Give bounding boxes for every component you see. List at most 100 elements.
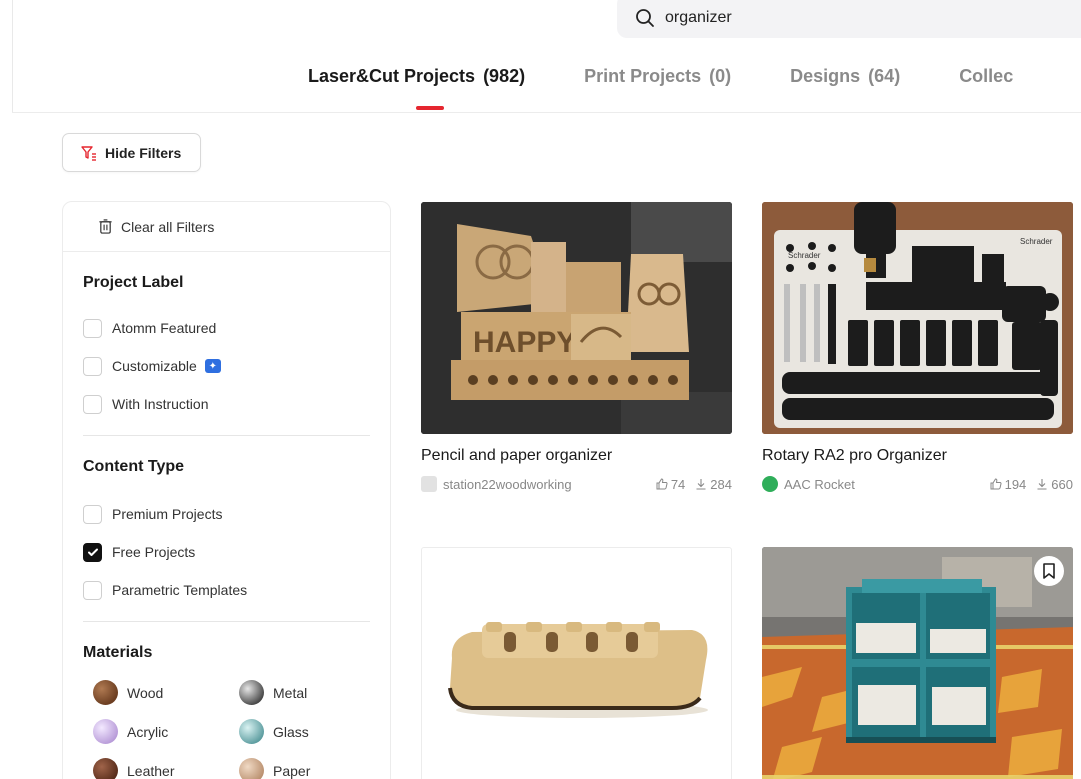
search-icon <box>636 9 654 27</box>
bookmark-button[interactable] <box>1034 556 1064 586</box>
category-tabs: Laser&Cut Projects (982) Print Projects (0… <box>308 66 1013 110</box>
filter-atomm-featured[interactable]: Atomm Featured <box>83 309 370 347</box>
filter-parametric-templates[interactable]: Parametric Templates <box>83 571 370 609</box>
material-label: Acrylic <box>127 723 169 740</box>
hide-filters-button[interactable]: Hide Filters <box>62 133 201 172</box>
filter-label: With Instruction <box>112 396 209 412</box>
download-icon <box>1037 479 1047 490</box>
tab-count: (0) <box>709 66 732 86</box>
project-meta: station22woodworking 74 284 <box>421 476 732 492</box>
author-link[interactable]: station22woodworking <box>421 476 646 492</box>
filter-customizable[interactable]: Customizable ✦ <box>83 347 370 385</box>
page-left-border <box>12 0 13 112</box>
downloads-stat: 284 <box>695 477 732 492</box>
filter-label: Premium Projects <box>112 506 223 522</box>
likes-count: 74 <box>670 476 686 492</box>
tab-print-projects[interactable]: Print Projects (0) <box>584 66 731 87</box>
tab-label: Designs <box>790 66 861 86</box>
checkbox[interactable] <box>83 394 102 414</box>
author-name: AAC Rocket <box>784 476 855 492</box>
downloads-stat: 660 <box>1036 477 1073 492</box>
material-glass[interactable]: Glass <box>239 719 379 744</box>
clear-all-filters-label: Clear all Filters <box>121 218 215 235</box>
tabs-divider <box>12 112 1081 113</box>
acrylic-swatch-icon <box>93 719 118 744</box>
author-avatar <box>762 476 778 492</box>
bookmark-icon <box>1043 563 1055 579</box>
author-avatar <box>421 476 437 492</box>
tab-count: (64) <box>868 66 901 86</box>
project-image: Schrader Schrader <box>762 202 1073 434</box>
material-paper[interactable]: Paper <box>239 758 379 779</box>
author-name: station22woodworking <box>443 476 572 492</box>
glass-swatch-icon <box>239 719 264 744</box>
tab-laser-cut-projects[interactable]: Laser&Cut Projects (982) <box>308 66 526 110</box>
material-label: Metal <box>273 684 308 701</box>
tab-count: (982) <box>483 66 526 86</box>
filter-icon <box>81 145 96 161</box>
checkbox[interactable] <box>83 580 102 600</box>
project-meta: AAC Rocket 194 660 <box>762 476 1073 492</box>
checkbox-checked[interactable] <box>83 542 102 562</box>
filter-label: Atomm Featured <box>112 320 217 336</box>
thumb-engraved-text: HAPPY <box>473 326 576 359</box>
filter-with-instruction[interactable]: With Instruction <box>83 385 370 423</box>
materials-section: Materials <box>63 622 390 666</box>
material-label: Paper <box>273 762 311 779</box>
project-thumbnail[interactable]: Schrader Schrader <box>762 202 1073 434</box>
tab-label: Collec <box>959 66 1014 86</box>
material-label: Wood <box>127 684 164 701</box>
download-icon <box>696 479 706 490</box>
material-acrylic[interactable]: Acrylic <box>93 719 239 744</box>
checkbox[interactable] <box>83 504 102 524</box>
tab-label: Laser&Cut Projects <box>308 66 476 86</box>
likes-count: 194 <box>1004 476 1027 492</box>
material-metal[interactable]: Metal <box>239 680 379 705</box>
project-card[interactable] <box>421 547 732 779</box>
checkbox[interactable] <box>83 356 102 376</box>
checkmark-icon <box>87 548 98 556</box>
filter-label: Customizable <box>112 358 197 374</box>
project-thumbnail[interactable] <box>421 547 732 779</box>
metal-swatch-icon <box>239 680 264 705</box>
material-wood[interactable]: Wood <box>93 680 239 705</box>
project-thumbnail[interactable]: HAPPY <box>421 202 732 434</box>
project-title[interactable]: Pencil and paper organizer <box>421 447 732 467</box>
project-title[interactable]: Rotary RA2 pro Organizer <box>762 447 1073 467</box>
section-title: Materials <box>83 644 153 661</box>
tab-collections[interactable]: Collec <box>959 66 1013 87</box>
section-title: Content Type <box>83 458 185 475</box>
downloads-count: 284 <box>710 476 732 492</box>
filter-panel: Clear all Filters Project Label Atomm Fe… <box>62 201 391 779</box>
project-card[interactable] <box>762 547 1073 779</box>
active-tab-indicator <box>416 106 444 110</box>
thumb-brand-text: Schrader <box>1020 237 1053 246</box>
project-image: HAPPY <box>421 202 732 434</box>
filter-premium-projects[interactable]: Premium Projects <box>83 495 370 533</box>
paper-swatch-icon <box>239 758 264 779</box>
project-image <box>448 622 708 718</box>
likes-stat: 74 <box>656 477 685 492</box>
checkbox[interactable] <box>83 318 102 338</box>
leather-swatch-icon <box>93 758 118 779</box>
wood-swatch-icon <box>93 680 118 705</box>
likes-stat: 194 <box>990 476 1027 492</box>
thumb-brand-text: Schrader <box>788 251 821 260</box>
materials-grid: Wood Metal Acrylic Glass Leather Paper <box>63 680 390 779</box>
tab-designs[interactable]: Designs (64) <box>790 66 900 87</box>
project-image <box>762 547 1073 779</box>
search-input[interactable] <box>665 9 965 27</box>
project-label-section: Project Label Atomm Featured Customizabl… <box>63 252 390 423</box>
hide-filters-label: Hide Filters <box>105 144 182 161</box>
author-link[interactable]: AAC Rocket <box>762 476 980 492</box>
material-label: Glass <box>273 723 309 740</box>
project-card[interactable]: HAPPY Pencil and paper organizer station… <box>421 202 732 492</box>
search-bar[interactable] <box>617 0 1081 38</box>
material-leather[interactable]: Leather <box>93 758 239 779</box>
material-label: Leather <box>127 762 175 779</box>
clear-all-filters-button[interactable]: Clear all Filters <box>63 202 390 252</box>
filter-free-projects[interactable]: Free Projects <box>83 533 370 571</box>
filter-label: Parametric Templates <box>112 582 248 598</box>
project-thumbnail[interactable] <box>762 547 1073 779</box>
project-card[interactable]: Schrader Schrader Rotary RA2 pro Organiz… <box>762 202 1073 492</box>
